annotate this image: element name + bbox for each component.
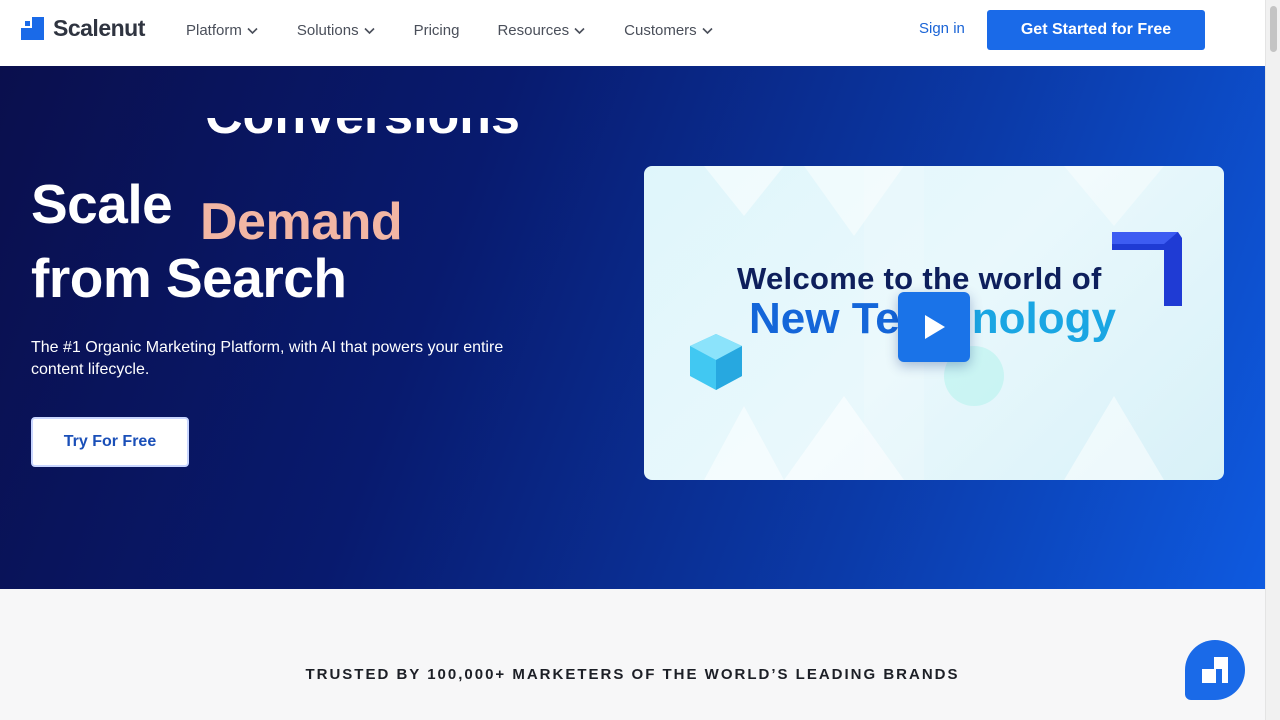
nav-item-label: Solutions bbox=[296, 21, 359, 39]
nav-item-customers[interactable]: Customers bbox=[624, 22, 714, 39]
headline-line1: Scale bbox=[31, 173, 173, 235]
nav-item-pricing[interactable]: Pricing bbox=[414, 22, 460, 39]
nav-item-resources[interactable]: Resources bbox=[497, 22, 586, 39]
nav-item-label: Resources bbox=[497, 21, 570, 39]
chevron-down-icon bbox=[574, 27, 585, 34]
bracket-graphic bbox=[1110, 228, 1186, 313]
rotating-word-text: Conversions bbox=[205, 118, 520, 140]
video-title-start: New Te bbox=[749, 294, 900, 343]
headline-line2: from Search bbox=[31, 247, 347, 309]
page-scrollbar[interactable] bbox=[1265, 0, 1280, 720]
try-for-free-button[interactable]: Try For Free bbox=[31, 417, 189, 467]
scrollbar-thumb[interactable] bbox=[1270, 6, 1277, 52]
cube-graphic bbox=[684, 332, 748, 397]
nav-item-label: Pricing bbox=[413, 21, 460, 39]
logo[interactable]: Scalenut bbox=[21, 15, 145, 42]
nav-item-solutions[interactable]: Solutions bbox=[297, 22, 376, 39]
hero-section: Conversions Scale Demand from Search The… bbox=[0, 66, 1265, 589]
chevron-down-icon bbox=[247, 27, 258, 34]
logo-text: Scalenut bbox=[53, 15, 145, 41]
chevron-down-icon bbox=[364, 27, 375, 34]
video-thumbnail[interactable]: Welcome to the world of New Te nology bbox=[644, 166, 1224, 480]
rotating-word-outgoing: Conversions bbox=[205, 118, 520, 140]
play-icon bbox=[925, 315, 945, 339]
nav-menu: Platform Solutions Pricing Resources Cus… bbox=[186, 0, 752, 60]
chat-widget-button[interactable] bbox=[1185, 640, 1245, 700]
logo-icon bbox=[21, 17, 44, 40]
sign-in-link[interactable]: Sign in bbox=[919, 20, 965, 37]
chevron-down-icon bbox=[702, 27, 713, 34]
top-navbar: Scalenut Platform Solutions Pricing Reso… bbox=[0, 0, 1265, 66]
headline-accent-word: Demand bbox=[200, 193, 403, 251]
play-button[interactable] bbox=[898, 292, 970, 362]
nav-item-platform[interactable]: Platform bbox=[186, 22, 259, 39]
chat-widget-icon bbox=[1202, 657, 1228, 683]
nav-item-label: Platform bbox=[186, 21, 242, 39]
get-started-button[interactable]: Get Started for Free bbox=[987, 10, 1205, 50]
trusted-by-heading: TRUSTED BY 100,000+ MARKETERS OF THE WOR… bbox=[305, 666, 960, 683]
nav-item-label: Customers bbox=[624, 21, 697, 39]
video-title-end: nology bbox=[971, 294, 1116, 343]
hero-subtitle: The #1 Organic Marketing Platform, with … bbox=[31, 339, 504, 378]
